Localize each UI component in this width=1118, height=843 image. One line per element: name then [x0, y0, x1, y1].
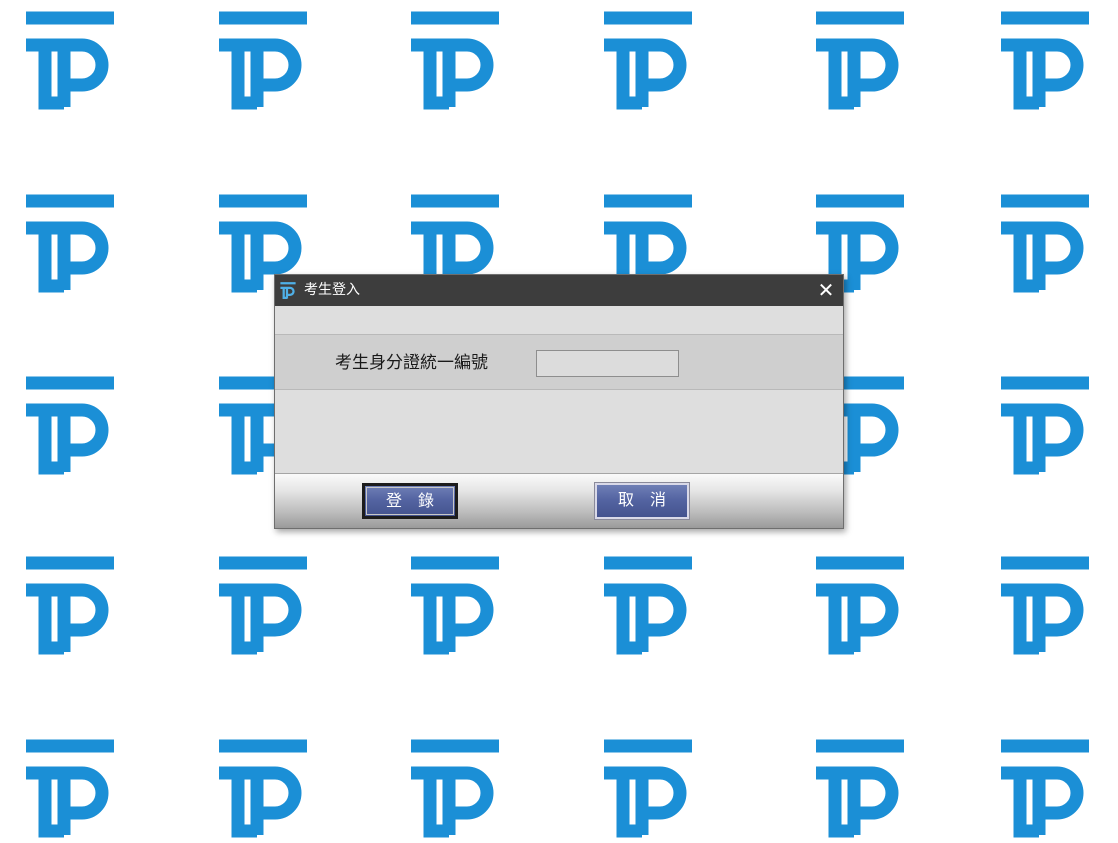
tp-logo-icon — [219, 11, 307, 110]
tp-logo-icon — [604, 739, 692, 838]
tp-logo-icon — [26, 11, 114, 110]
tp-logo-icon — [1001, 376, 1089, 475]
cancel-button[interactable]: 取 消 — [595, 483, 689, 519]
tp-logo-icon — [816, 556, 904, 655]
dialog-button-bar: 登 錄 取 消 — [275, 474, 843, 528]
tp-logo-icon — [411, 11, 499, 110]
tp-logo-icon — [1001, 739, 1089, 838]
dialog-header-strip — [275, 306, 843, 335]
tp-logo-icon — [411, 556, 499, 655]
tp-logo-icon — [26, 376, 114, 475]
tp-logo-icon — [26, 739, 114, 838]
tp-logo-icon — [26, 556, 114, 655]
login-button[interactable]: 登 錄 — [362, 483, 458, 519]
id-form-row: 考生身分證統一編號 — [275, 335, 843, 390]
id-field-label: 考生身分證統一編號 — [335, 353, 488, 373]
tp-logo-icon — [816, 739, 904, 838]
tp-logo-icon — [1001, 194, 1089, 293]
tp-logo-icon — [219, 556, 307, 655]
tp-logo-icon — [1001, 556, 1089, 655]
id-number-input[interactable] — [536, 350, 679, 377]
dialog-titlebar[interactable]: 考生登入 ✕ — [275, 275, 843, 306]
tp-logo-icon — [604, 556, 692, 655]
dialog-body — [275, 390, 843, 474]
login-dialog: 考生登入 ✕ 考生身分證統一編號 登 錄 取 消 — [274, 274, 844, 529]
dialog-title: 考生登入 — [304, 282, 360, 298]
tp-logo-icon — [604, 11, 692, 110]
tp-logo-icon — [1001, 11, 1089, 110]
tp-logo-icon — [816, 11, 904, 110]
tp-logo-icon — [26, 194, 114, 293]
tp-logo-icon — [280, 282, 296, 300]
tp-logo-icon — [411, 739, 499, 838]
tp-logo-icon — [219, 739, 307, 838]
close-button[interactable]: ✕ — [815, 279, 837, 301]
